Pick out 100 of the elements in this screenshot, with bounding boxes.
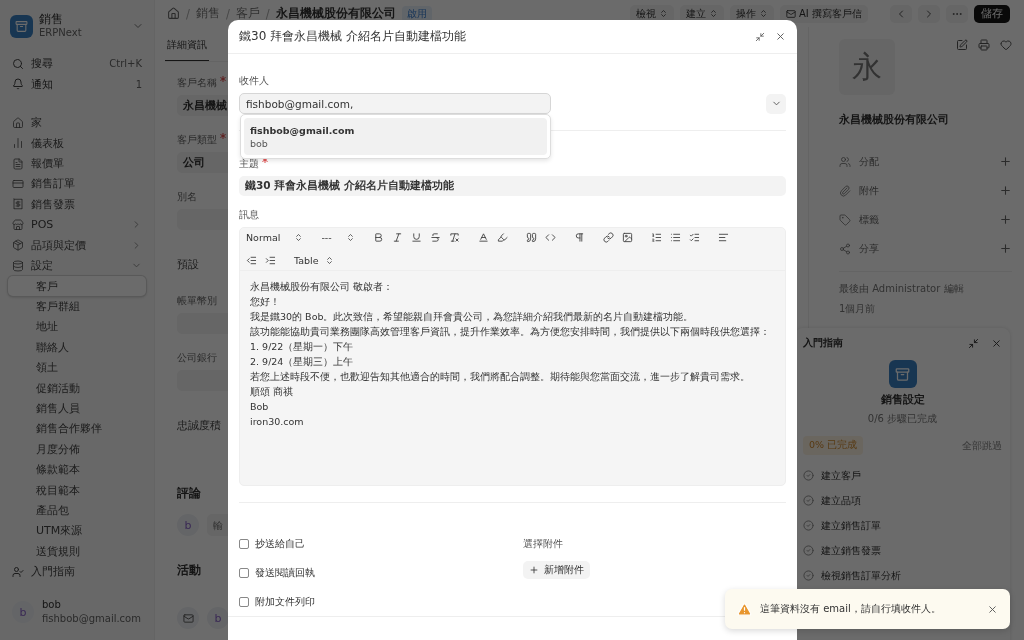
- subject-field[interactable]: 鐵30 拜會永昌機械 介紹名片自動建檔功能: [239, 176, 786, 196]
- sidebar-item[interactable]: 地址: [8, 316, 146, 337]
- sidebar-item[interactable]: 聯絡人: [8, 337, 146, 358]
- store-icon: [12, 218, 24, 231]
- sidebar-item[interactable]: 條款範本: [8, 459, 146, 480]
- app-subtitle: ERPNext: [39, 26, 82, 40]
- sidebar-item[interactable]: 稅目範本: [8, 480, 146, 501]
- breadcrumb-link[interactable]: 永昌機械股份有限公司: [275, 6, 396, 21]
- image-icon[interactable]: [621, 232, 633, 243]
- sidebar-item[interactable]: 送貨規則: [8, 541, 146, 562]
- sidebar-item[interactable]: 客戶群組: [8, 296, 146, 317]
- guide-step[interactable]: 檢視銷售訂單分析: [821, 568, 901, 583]
- ordered-list-icon[interactable]: [650, 232, 662, 243]
- style-select[interactable]: Normal: [246, 232, 304, 243]
- bold-icon[interactable]: [372, 232, 384, 243]
- sidebar-item[interactable]: 家: [8, 112, 146, 133]
- search-icon: [12, 57, 24, 70]
- table-select[interactable]: Table: [294, 255, 334, 266]
- italic-icon[interactable]: [391, 232, 403, 243]
- close-icon[interactable]: [991, 337, 1002, 349]
- printer-icon[interactable]: [978, 39, 990, 51]
- sidebar-item[interactable]: 產品包: [8, 500, 146, 521]
- sidebar-item[interactable]: 銷售訂單: [8, 174, 146, 194]
- breadcrumb-link[interactable]: 客戶: [235, 6, 260, 21]
- sidebar-item[interactable]: POS: [8, 214, 146, 235]
- sidebar-item[interactable]: 品項與定價: [8, 235, 146, 256]
- bell-icon: [12, 78, 24, 91]
- outdent-icon[interactable]: [246, 255, 257, 266]
- quote-icon[interactable]: [525, 232, 537, 243]
- sidebar-label: 銷售訂單: [31, 176, 76, 192]
- plus-icon[interactable]: [999, 184, 1012, 197]
- heart-icon[interactable]: [1000, 39, 1012, 51]
- mail-icon: [177, 607, 199, 629]
- sidebar-item[interactable]: 報價單: [8, 153, 146, 174]
- highlight-icon[interactable]: [496, 232, 508, 243]
- sidebar-item[interactable]: 促銷活動: [8, 378, 146, 398]
- search-item[interactable]: 搜尋 Ctrl+K: [8, 54, 146, 74]
- plus-icon: [529, 565, 539, 575]
- database-icon: [12, 259, 24, 272]
- checklist-icon[interactable]: [688, 232, 700, 243]
- underline-icon[interactable]: [410, 232, 422, 243]
- checkbox[interactable]: [239, 538, 249, 549]
- sidebar-item[interactable]: 月度分佈: [8, 439, 146, 460]
- sidebar-item[interactable]: 銷售合作夥伴: [8, 418, 146, 439]
- bullet-list-icon[interactable]: [669, 232, 681, 243]
- section-title: 評論: [177, 485, 201, 502]
- strikethrough-icon[interactable]: [429, 232, 441, 243]
- close-icon[interactable]: [987, 603, 998, 615]
- link-icon[interactable]: [602, 232, 614, 243]
- suggestion-item[interactable]: fishbob@gmail.com bob: [244, 118, 547, 155]
- chevrons-up-down-icon: [294, 233, 304, 242]
- sidebar-item[interactable]: 銷售發票: [8, 194, 146, 215]
- pilcrow-icon[interactable]: [573, 232, 585, 243]
- sidebar-item[interactable]: 入門指南: [8, 561, 146, 582]
- size-select[interactable]: ---: [321, 232, 355, 243]
- section-title: 活動: [177, 562, 201, 579]
- code-icon[interactable]: [544, 232, 556, 243]
- share-icon: [839, 242, 851, 255]
- sidebar-item[interactable]: 儀表板: [8, 133, 146, 154]
- chevrons-up-down-icon: [709, 9, 719, 18]
- plus-icon[interactable]: [999, 242, 1012, 255]
- sidebar-item[interactable]: UTM來源: [8, 520, 146, 541]
- guide-step[interactable]: 建立品項: [821, 493, 861, 508]
- edit-icon[interactable]: [956, 39, 968, 51]
- close-icon[interactable]: [775, 31, 786, 42]
- recipient-field[interactable]: fishbob@gmail.com,: [239, 93, 551, 114]
- checkbox-label: 發送閱讀回執: [255, 565, 315, 580]
- plus-icon[interactable]: [999, 213, 1012, 226]
- sidebar-item[interactable]: 銷售人員: [8, 398, 146, 419]
- user-name: bob: [42, 598, 61, 613]
- clear-format-icon[interactable]: [448, 232, 460, 243]
- indent-icon[interactable]: [265, 255, 276, 266]
- sidebar-label: POS: [31, 218, 55, 232]
- text-color-icon[interactable]: [477, 232, 489, 243]
- shortcut-hint: Ctrl+K: [109, 58, 142, 70]
- align-left-icon[interactable]: [717, 232, 729, 243]
- home-icon[interactable]: [167, 7, 180, 20]
- message-line: 2. 9/24（星期三）上午: [250, 356, 354, 368]
- checkbox[interactable]: [239, 596, 249, 607]
- field-label: 主題: [239, 157, 259, 171]
- checkbox[interactable]: [239, 567, 249, 578]
- ai-button[interactable]: AI 撰寫客戶信: [780, 4, 868, 23]
- guide-step[interactable]: 建立銷售訂單: [821, 518, 881, 533]
- document-icon: [12, 157, 24, 170]
- sidebar-item[interactable]: 領土: [8, 357, 146, 378]
- guide-step[interactable]: 建立銷售發票: [821, 543, 881, 558]
- save-button[interactable]: 儲存: [974, 4, 1010, 23]
- user-email: fishbob@gmail.com: [42, 612, 141, 627]
- breadcrumb-separator: /: [225, 6, 230, 21]
- guide-step[interactable]: 建立客戶: [821, 468, 861, 483]
- notifications-item[interactable]: 通知 1: [8, 74, 146, 95]
- sidebar-item[interactable]: 客戶: [8, 276, 146, 296]
- sidebar-item[interactable]: 設定: [8, 255, 146, 276]
- tab[interactable]: 詳細資訊: [165, 38, 209, 61]
- plus-icon[interactable]: [999, 155, 1012, 168]
- collapse-icon[interactable]: [755, 31, 765, 42]
- sidebar-label: 報價單: [31, 156, 65, 172]
- collapse-icon[interactable]: [968, 337, 979, 349]
- add-attachment-button[interactable]: 新增附件: [523, 561, 590, 579]
- home-icon: [12, 116, 24, 129]
